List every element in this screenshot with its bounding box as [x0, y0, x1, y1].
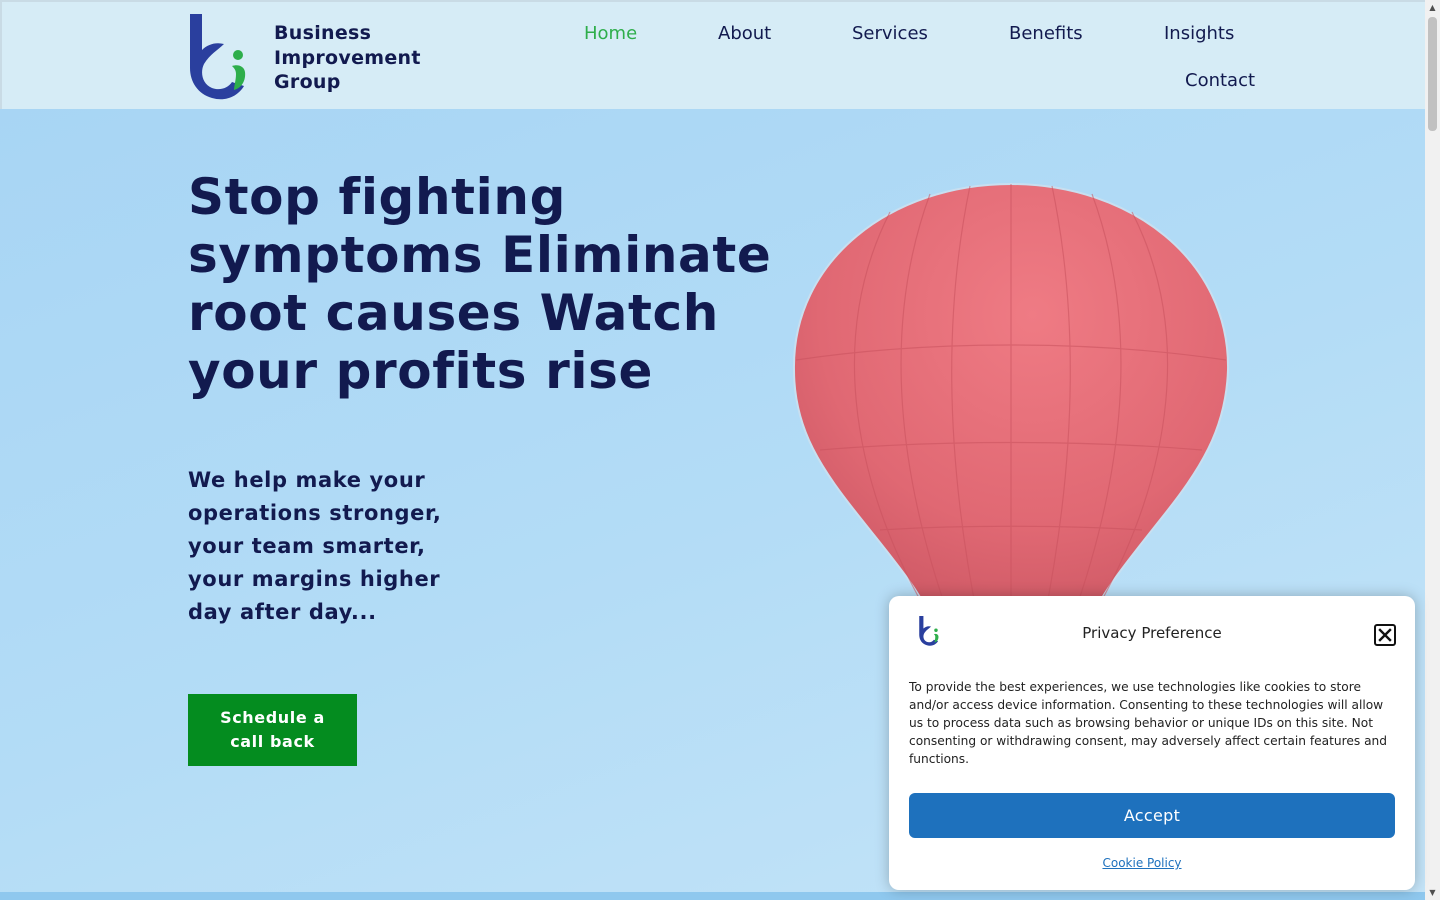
brand-line-3: Group [274, 71, 341, 93]
section-divider [0, 892, 1425, 900]
page-scrollbar[interactable]: ▲ ▼ [1425, 0, 1440, 900]
nav-benefits[interactable]: Benefits [1009, 23, 1083, 44]
hero-subtitle: We help make your operations stronger, y… [188, 468, 442, 624]
nav-home[interactable]: Home [584, 23, 637, 44]
schedule-callback-button[interactable]: Schedule a call back [188, 694, 357, 766]
scroll-down-icon[interactable]: ▼ [1425, 885, 1440, 900]
dialog-message: To provide the best experiences, we use … [909, 680, 1388, 766]
nav-services[interactable]: Services [852, 23, 928, 44]
site-header: Business Improvement Group Home About Se… [0, 0, 1425, 109]
accept-button[interactable]: Accept [909, 793, 1395, 838]
dialog-title: Privacy Preference [1082, 624, 1222, 642]
brand-name[interactable]: Business Improvement Group [274, 21, 421, 95]
privacy-preference-dialog: Privacy Preference To provide the best e… [889, 596, 1415, 890]
scroll-up-icon[interactable]: ▲ [1425, 0, 1440, 15]
nav-contact[interactable]: Contact [1185, 70, 1255, 91]
hero-title: Stop fighting symptoms Eliminate root ca… [188, 168, 772, 400]
close-icon[interactable] [1374, 624, 1396, 646]
brand-line-1: Business [274, 22, 372, 44]
brand-line-2: Improvement [274, 46, 421, 69]
scroll-thumb[interactable] [1428, 17, 1437, 131]
bi-logo-icon[interactable] [188, 14, 248, 100]
nav-about[interactable]: About [718, 23, 771, 44]
cookie-policy-link[interactable]: Cookie Policy [889, 856, 1395, 870]
nav-insights[interactable]: Insights [1164, 23, 1234, 44]
hot-air-balloon-image [792, 182, 1230, 620]
